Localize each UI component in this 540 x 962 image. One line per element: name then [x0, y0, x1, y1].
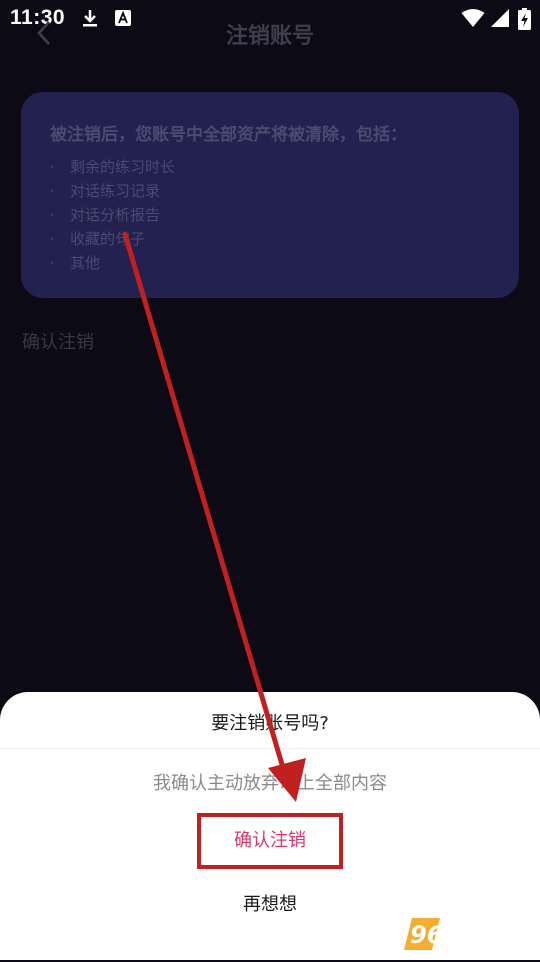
list-item: · 对话练习记录 — [50, 179, 519, 203]
bullet: · — [50, 254, 55, 272]
sheet-divider — [0, 748, 540, 749]
watermark-number: 962 — [410, 921, 460, 949]
list-item-label: 剩余的练习时长 — [70, 158, 176, 176]
sheet-statement: 我确认主动放弃以上全部内容 — [153, 773, 387, 794]
list-item-label: 对话练习记录 — [70, 182, 161, 200]
bullet: · — [50, 230, 55, 248]
info-heading: 被注销后，您账号中全部资产将被清除，包括： — [50, 125, 407, 145]
watermark-suffix: .NET — [470, 920, 509, 938]
sheet-title: 要注销账号吗? — [211, 713, 329, 734]
list-item: · 收藏的句子 — [50, 227, 519, 251]
info-card: 被注销后，您账号中全部资产将被清除，包括： · 剩余的练习时长 · 对话练习记录 ·… — [21, 92, 519, 298]
bullet: · — [50, 158, 55, 176]
bullet: · — [50, 182, 55, 200]
list-item-label: 对话分析报告 — [70, 206, 161, 224]
list-item: · 对话分析报告 — [50, 203, 519, 227]
watermark-icon: 962 .NET 乐游网 — [404, 918, 518, 958]
watermark-logo: 962 .NET 乐游网 — [400, 910, 535, 958]
confirm-section-label: 确认注销 — [22, 332, 94, 353]
list-item: · 其他 — [50, 251, 519, 275]
list-item-label: 其他 — [70, 254, 101, 272]
page-title: 注销账号 — [225, 24, 314, 49]
list-item: · 剩余的练习时长 — [50, 155, 519, 179]
list-item-label: 收藏的句子 — [70, 230, 146, 248]
info-list: · 剩余的练习时长 · 对话练习记录 · 对话分析报告 · 收藏的句子 · 其他 — [50, 155, 519, 275]
bullet: · — [50, 206, 55, 224]
confirm-deregister-button[interactable]: 确认注销 — [197, 813, 343, 869]
watermark-subtitle: 乐游网 — [476, 942, 518, 958]
